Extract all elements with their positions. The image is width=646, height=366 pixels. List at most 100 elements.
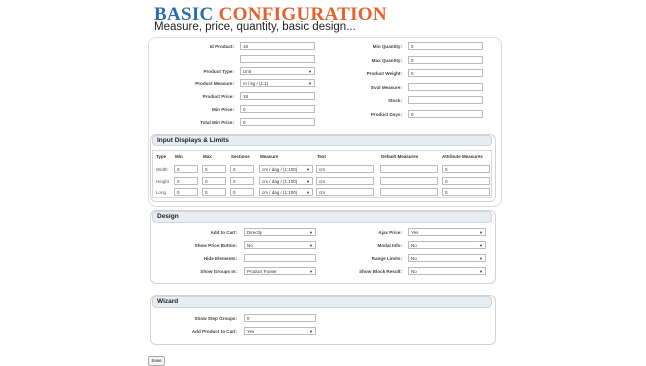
product-weight-label: Product Weight: xyxy=(366,71,402,76)
min-quantity-input[interactable]: 0 xyxy=(408,42,483,50)
sections-input[interactable]: 0 xyxy=(230,177,254,185)
stock-input[interactable] xyxy=(408,96,483,104)
chevron-down-icon: ▼ xyxy=(479,256,483,261)
measure-value: cm / dag / (1:100) xyxy=(262,190,298,195)
column-header: Measure xyxy=(260,154,279,159)
show-price-button-value: No xyxy=(247,243,253,248)
chevron-down-icon: ▼ xyxy=(479,230,483,235)
eval-measure-label: Eval Measure: xyxy=(371,85,402,90)
show-step-groups-label: Show Step Groups: xyxy=(194,316,237,321)
attribute-measures-input[interactable]: 0 xyxy=(442,177,490,185)
chevron-down-icon: ▼ xyxy=(306,190,310,195)
measure-select[interactable]: cm / dag / (1:100) ▼ xyxy=(259,188,313,196)
min-price-label: Min Price: xyxy=(212,107,234,112)
add-to-cart-select[interactable]: Directly ▼ xyxy=(244,228,316,236)
row-type: Long xyxy=(156,190,167,195)
show-step-groups-input[interactable]: 0 xyxy=(244,314,316,322)
show-groups-in-select[interactable]: Product Footer ▼ xyxy=(244,267,316,275)
ajax-price-label: Ajax Price: xyxy=(378,230,402,235)
chevron-down-icon: ▼ xyxy=(309,329,313,334)
product-type-select[interactable]: Unit ▼ xyxy=(240,67,315,75)
show-price-button-label: Show Price Button: xyxy=(194,243,237,248)
id-product-input[interactable]: 18 xyxy=(240,42,315,50)
product-price-label: Product Price: xyxy=(202,94,234,99)
save-button[interactable]: Save xyxy=(148,356,165,366)
modal-info-value: No xyxy=(411,243,417,248)
add-to-cart-label: Add to Cart: xyxy=(210,230,237,235)
chevron-down-icon: ▼ xyxy=(309,230,313,235)
default-measures-input[interactable] xyxy=(380,188,438,196)
range-limits-select[interactable]: No ▼ xyxy=(408,254,486,262)
add-product-to-cart-select[interactable]: Yes ▼ xyxy=(244,327,316,335)
chevron-down-icon: ▼ xyxy=(308,69,312,74)
default-measures-input[interactable] xyxy=(380,177,438,185)
ajax-price-select[interactable]: Yes ▼ xyxy=(408,228,486,236)
modal-info-select[interactable]: No ▼ xyxy=(408,241,486,249)
sections-input[interactable]: 0 xyxy=(230,165,254,173)
chevron-down-icon: ▼ xyxy=(309,269,313,274)
id-product-extra-input[interactable] xyxy=(240,55,315,63)
max-quantity-input[interactable]: 0 xyxy=(408,56,483,64)
column-header: Type xyxy=(156,154,167,159)
add-product-to-cart-label: Add Product to Cart: xyxy=(191,329,237,334)
column-header: Min xyxy=(175,154,183,159)
max-input[interactable]: 0 xyxy=(202,177,226,185)
attribute-measures-input[interactable]: 0 xyxy=(442,188,490,196)
wizard-heading: Wizard xyxy=(152,296,492,308)
show-block-result-value: No xyxy=(411,269,417,274)
sections-input[interactable]: 0 xyxy=(230,188,254,196)
ajax-price-value: Yes xyxy=(411,230,419,235)
default-measures-input[interactable] xyxy=(380,165,438,173)
range-limits-label: Range Limits: xyxy=(371,256,402,261)
chevron-down-icon: ▼ xyxy=(309,243,313,248)
show-groups-in-value: Product Footer xyxy=(247,269,277,274)
product-weight-input[interactable]: 0 xyxy=(408,69,483,77)
max-input[interactable]: 0 xyxy=(202,165,226,173)
text-input[interactable]: cm xyxy=(316,165,374,173)
show-price-button-select[interactable]: No ▼ xyxy=(244,241,316,249)
row-type: Height xyxy=(156,179,170,184)
text-input[interactable]: cm xyxy=(316,188,374,196)
product-measure-value: m / kg / (1:1) xyxy=(243,81,269,86)
column-header: Attribute Measures xyxy=(442,154,483,159)
input-limits-heading: Input Displays & Limits xyxy=(152,135,492,146)
measure-select[interactable]: cm / dag / (1:100) ▼ xyxy=(259,177,313,185)
add-to-cart-value: Directly xyxy=(247,230,263,235)
row-type: Width xyxy=(156,167,168,172)
eval-measure-input[interactable] xyxy=(408,83,483,91)
chevron-down-icon: ▼ xyxy=(306,167,310,172)
measure-value: cm / dag / (1:100) xyxy=(262,167,298,172)
total-min-price-label: Total Min Price: xyxy=(200,120,234,125)
min-input[interactable]: 0 xyxy=(174,177,198,185)
min-input[interactable]: 0 xyxy=(174,165,198,173)
product-price-input[interactable]: 18 xyxy=(240,92,315,100)
show-groups-in-label: Show Groups In: xyxy=(200,269,237,274)
column-header: Default Measures xyxy=(381,154,419,159)
min-price-input[interactable]: 0 xyxy=(240,105,315,113)
max-input[interactable]: 0 xyxy=(202,188,226,196)
measure-value: cm / dag / (1:100) xyxy=(262,179,298,184)
stock-label: Stock: xyxy=(387,98,402,103)
show-block-result-select[interactable]: No ▼ xyxy=(408,267,486,275)
id-product-label: Id Product: xyxy=(209,44,234,49)
page-subtitle: Measure, price, quantity, basic design..… xyxy=(154,21,356,33)
chevron-down-icon: ▼ xyxy=(479,243,483,248)
product-type-label: Product Type: xyxy=(203,69,234,74)
column-header: Text xyxy=(317,154,326,159)
product-type-value: Unit xyxy=(243,69,252,74)
total-min-price-input[interactable]: 0 xyxy=(240,118,315,126)
max-quantity-label: Max Quantity: xyxy=(371,58,402,63)
min-input[interactable]: 0 xyxy=(174,188,198,196)
chevron-down-icon: ▼ xyxy=(308,81,312,86)
attribute-measures-input[interactable]: 0 xyxy=(442,165,490,173)
product-measure-select[interactable]: m / kg / (1:1) ▼ xyxy=(240,79,315,87)
text-input[interactable]: cm xyxy=(316,177,374,185)
column-header: Sections xyxy=(231,154,250,159)
hide-elements-label: Hide Elements: xyxy=(203,256,237,261)
product-days-label: Product Days: xyxy=(370,112,402,117)
product-days-input[interactable]: 0 xyxy=(408,110,483,118)
column-header: Max xyxy=(203,154,212,159)
add-product-to-cart-value: Yes xyxy=(247,329,255,334)
hide-elements-input[interactable] xyxy=(244,254,316,262)
measure-select[interactable]: cm / dag / (1:100) ▼ xyxy=(259,165,313,173)
